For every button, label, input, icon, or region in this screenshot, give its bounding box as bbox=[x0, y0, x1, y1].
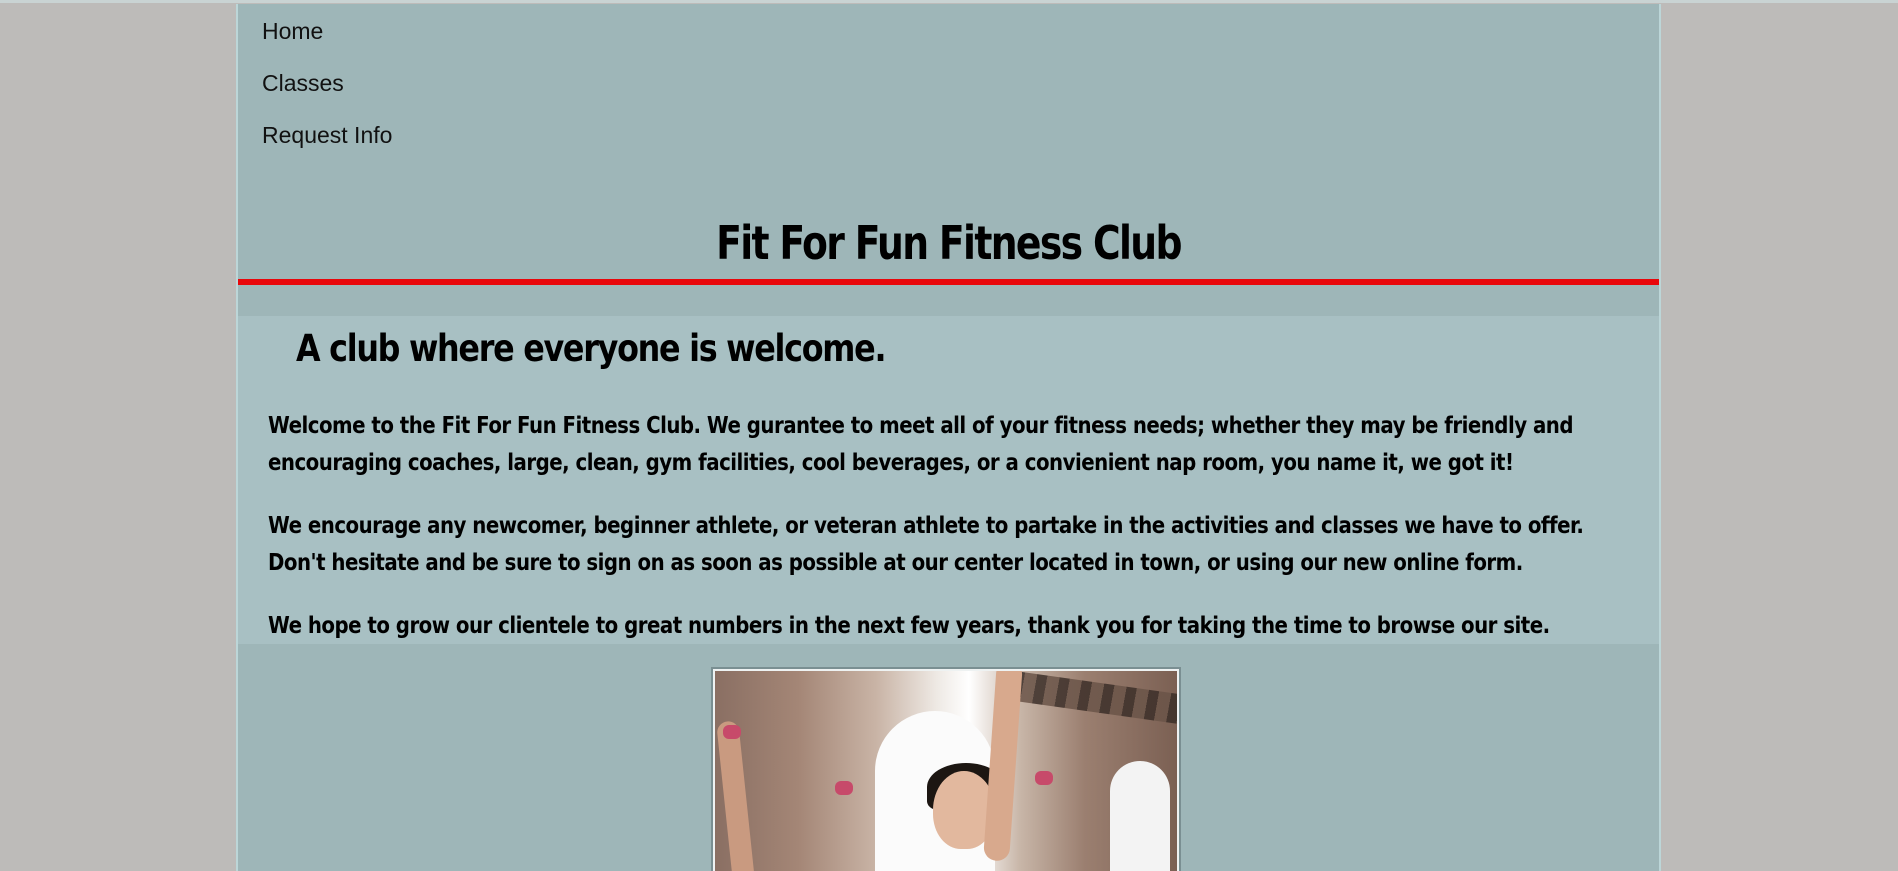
intro-heading: A club where everyone is welcome. bbox=[296, 327, 887, 370]
nav-item-home: Home bbox=[262, 18, 392, 70]
photo-person-raised-arm bbox=[983, 671, 1023, 862]
intro-paragraph-welcome: Welcome to the Fit For Fun Fitness Club.… bbox=[268, 413, 1574, 476]
nav-link-home[interactable]: Home bbox=[262, 18, 323, 44]
nav-item-classes: Classes bbox=[262, 70, 392, 122]
nav-link-request-info[interactable]: Request Info bbox=[262, 122, 392, 148]
main-nav: Home Classes Request Info bbox=[262, 18, 392, 174]
photo-background-arm bbox=[716, 720, 756, 871]
page-container: Home Classes Request Info Fit For Fun Fi… bbox=[236, 4, 1661, 871]
header-divider bbox=[238, 279, 1659, 285]
fitness-photo-frame bbox=[711, 667, 1181, 871]
intro-paragraph-encourage: We encourage any newcomer, beginner athl… bbox=[268, 508, 1644, 582]
dumbbell-icon bbox=[835, 781, 853, 795]
fitness-class-photo bbox=[715, 671, 1177, 871]
page-top-strip bbox=[0, 0, 1898, 3]
photo-ceiling-beams bbox=[1015, 671, 1177, 725]
dumbbell-icon bbox=[723, 725, 741, 739]
nav-item-request-info: Request Info bbox=[262, 122, 392, 174]
photo-window-right bbox=[1110, 761, 1170, 871]
dumbbell-icon bbox=[1035, 771, 1053, 785]
nav-link-classes[interactable]: Classes bbox=[262, 70, 344, 96]
site-title: Fit For Fun Fitness Club bbox=[716, 216, 1182, 270]
intro-section: A club where everyone is welcome. Welcom… bbox=[238, 316, 1659, 644]
intro-paragraph-closing: We hope to grow our clientele to great n… bbox=[268, 613, 1550, 639]
intro-paragraph-encourage-text: We encourage any newcomer, beginner athl… bbox=[268, 513, 1584, 576]
online-form-link[interactable]: online form. bbox=[1393, 550, 1523, 576]
